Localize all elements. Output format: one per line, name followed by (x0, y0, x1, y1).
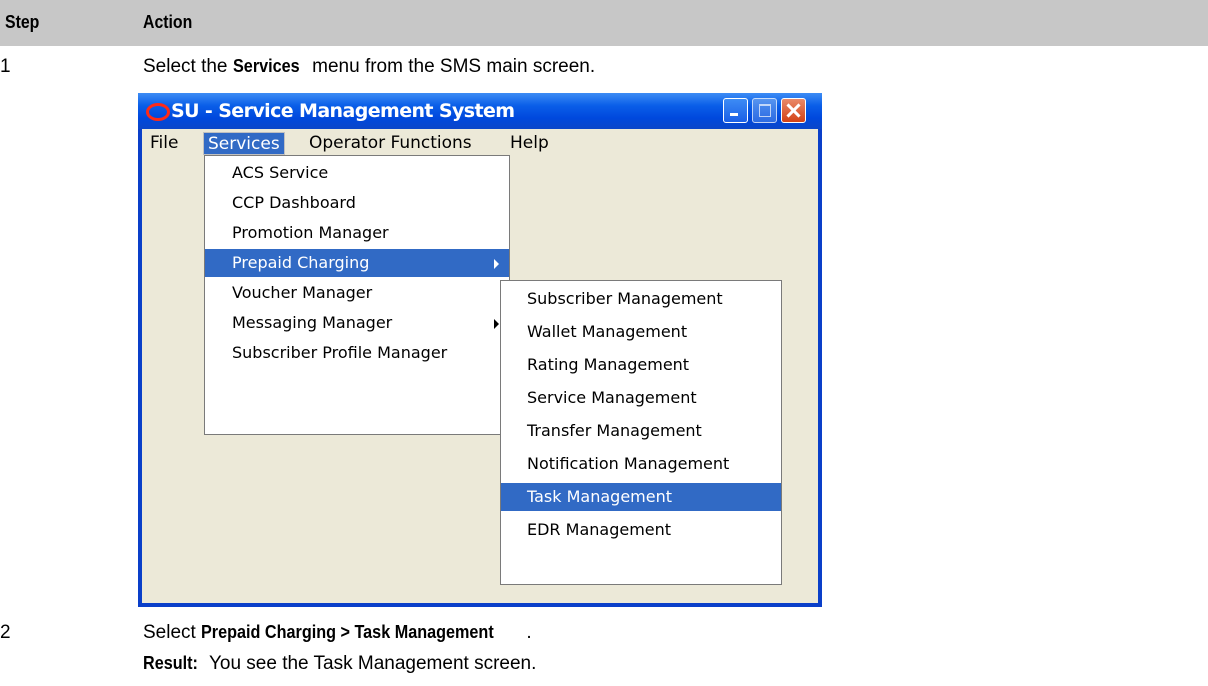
step-column-header: Step (5, 12, 40, 32)
menu-help[interactable]: Help (510, 132, 549, 155)
table-header: Step Action (0, 0, 1208, 46)
menu-item-label: Rating Management (527, 355, 690, 374)
instruction-text: menu from the SMS main screen. (306, 56, 596, 77)
instruction-text: . (526, 622, 532, 643)
menu-item-voucher-manager[interactable]: Voucher Manager (205, 279, 509, 307)
result-label: Result: (143, 653, 198, 673)
step-number: 2 (0, 622, 11, 643)
menu-item-wallet-management[interactable]: Wallet Management (501, 318, 781, 346)
menu-bar: File Services Operator Functions Help (142, 129, 818, 155)
menu-item-label: Wallet Management (527, 322, 688, 341)
sms-window-screenshot: SU - Service Management System File Serv… (138, 93, 822, 607)
menu-file[interactable]: File (150, 132, 178, 155)
menu-item-label: Promotion Manager (232, 223, 389, 242)
menu-item-label: CCP Dashboard (232, 193, 356, 212)
instruction-bold: Prepaid Charging > Task Management (201, 622, 494, 642)
step-number: 1 (0, 56, 11, 77)
step-instruction: Select the Services menu from the SMS ma… (143, 56, 595, 78)
prepaid-charging-submenu: Subscriber Management Wallet Management … (500, 280, 782, 585)
menu-item-edr-management[interactable]: EDR Management (501, 516, 781, 544)
menu-item-notification-management[interactable]: Notification Management (501, 450, 781, 478)
menu-item-label: Prepaid Charging (232, 253, 370, 272)
menu-item-label: Voucher Manager (232, 283, 373, 302)
menu-item-prepaid-charging[interactable]: Prepaid Charging (205, 249, 509, 277)
instruction-bold: Services (232, 56, 300, 76)
menu-item-task-management[interactable]: Task Management (501, 483, 781, 511)
menu-item-service-management[interactable]: Service Management (501, 384, 781, 412)
window-titlebar: SU - Service Management System (138, 93, 822, 129)
menu-services[interactable]: Services (203, 132, 285, 155)
menu-item-label: Subscriber Profile Manager (232, 343, 448, 362)
services-dropdown: ACS Service CCP Dashboard Promotion Mana… (204, 155, 510, 435)
instruction-text: Select (143, 622, 202, 643)
menu-item-rating-management[interactable]: Rating Management (501, 351, 781, 379)
minimize-icon[interactable] (723, 98, 748, 123)
menu-item-label: Transfer Management (527, 421, 702, 440)
result-text: You see the Task Management screen. (204, 653, 537, 674)
close-icon[interactable] (781, 98, 806, 123)
menu-item-label: Subscriber Management (527, 289, 723, 308)
menu-item-transfer-management[interactable]: Transfer Management (501, 417, 781, 445)
submenu-arrow-icon (494, 319, 499, 329)
menu-item-messaging-manager[interactable]: Messaging Manager (205, 309, 509, 337)
action-column-header: Action (143, 12, 193, 32)
submenu-arrow-icon (494, 259, 499, 269)
menu-item-label: Service Management (527, 388, 697, 407)
maximize-icon[interactable] (752, 98, 777, 123)
menu-item-label: EDR Management (527, 520, 672, 539)
menu-item-promotion-manager[interactable]: Promotion Manager (205, 219, 509, 247)
menu-item-subscriber-profile-manager[interactable]: Subscriber Profile Manager (205, 339, 509, 367)
menu-operator-functions[interactable]: Operator Functions (309, 132, 472, 155)
menu-item-ccp-dashboard[interactable]: CCP Dashboard (205, 189, 509, 217)
window-title: SU - Service Management System (171, 100, 515, 122)
menu-item-subscriber-management[interactable]: Subscriber Management (501, 285, 781, 313)
instruction-text: Select the (143, 56, 233, 77)
result-line: Result: You see the Task Management scre… (143, 653, 536, 675)
menu-item-acs-service[interactable]: ACS Service (205, 159, 509, 187)
step-instruction: Select Prepaid Charging > Task Managemen… (143, 622, 532, 644)
menu-item-label: Notification Management (527, 454, 730, 473)
menu-item-label: ACS Service (232, 163, 329, 182)
oracle-logo-icon (146, 103, 170, 121)
menu-item-label: Task Management (527, 487, 673, 506)
menu-item-label: Messaging Manager (232, 313, 393, 332)
